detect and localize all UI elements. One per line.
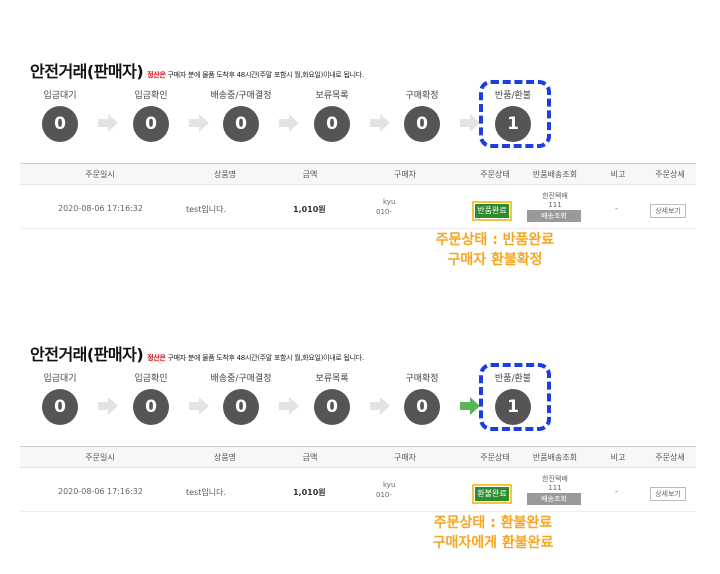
step-label-shipping: 배송중/구매결정 <box>210 91 272 101</box>
courier-name: 한진택배 <box>542 475 568 483</box>
return-refund-highlight <box>479 363 551 431</box>
order-table-header: 주문일시 상품명 금액 구매자 주문상태 반품배송조회 비고 주문상세 <box>20 163 696 185</box>
col-order-date: 주문일시 <box>85 453 115 462</box>
notice-text: 구매자 분에 물품 도착후 48시간(주말 포함시 월,화요일)이내로 됩니다. <box>167 71 365 79</box>
arrow-right-icon <box>98 397 118 415</box>
col-order-date: 주문일시 <box>85 170 115 179</box>
col-buyer: 구매자 <box>393 170 417 179</box>
settlement-notice: 정산은 구매자 분에 물품 도착후 48시간(주말 포함시 월,화요일)이내로 … <box>147 353 364 363</box>
arrow-right-icon <box>279 397 299 415</box>
arrow-right-icon <box>98 114 118 132</box>
col-price: 금액 <box>302 453 318 462</box>
step-label-deposit-wait: 입금대기 <box>43 91 77 101</box>
order-table-header: 주문일시 상품명 금액 구매자 주문상태 반품배송조회 비고 주문상세 <box>20 446 696 468</box>
step-label-hold: 보류목록 <box>315 374 349 384</box>
page-title: 안전거래(판매자) <box>30 62 144 81</box>
title-row: 안전거래(판매자) 정산은 구매자 분에 물품 도착후 48시간(주말 포함시 … <box>30 58 364 81</box>
order-price: 1,010원 <box>293 488 326 497</box>
col-price: 금액 <box>302 170 318 179</box>
annotation-line-2: 구매자에게 환불완료 <box>432 535 554 551</box>
buyer-id: kyu <box>383 481 396 489</box>
step-label-purchase-confirm: 구매확정 <box>405 374 439 384</box>
order-detail-button[interactable]: 상세보기 <box>650 204 686 218</box>
step-count-purchase-confirm[interactable]: 0 <box>404 389 440 425</box>
col-order-status: 주문상태 <box>480 453 510 462</box>
order-status-label: 환불완료 <box>475 487 509 501</box>
col-remark: 비고 <box>610 170 626 179</box>
notice-highlight: 정산은 <box>147 354 166 362</box>
step-label-deposit-wait: 입금대기 <box>43 374 77 384</box>
arrow-right-icon <box>279 114 299 132</box>
step-count-shipping[interactable]: 0 <box>223 106 259 142</box>
annotation-line-1: 주문상태 : 반품완료 <box>435 232 555 248</box>
order-detail-button[interactable]: 상세보기 <box>650 487 686 501</box>
arrow-right-icon <box>460 114 480 132</box>
step-label-deposit-confirm: 입금확인 <box>134 374 168 384</box>
annotation-note: 주문상태 : 환불완료 구매자에게 환불완료 <box>408 513 578 553</box>
settlement-notice: 정산은 구매자 분에 물품 도착후 48시간(주말 포함시 월,화요일)이내로 … <box>147 70 364 80</box>
title-row: 안전거래(판매자) 정산은 구매자 분에 물품 도착후 48시간(주말 포함시 … <box>30 341 364 364</box>
step-count-deposit-wait[interactable]: 0 <box>42 106 78 142</box>
arrow-right-icon <box>460 397 480 415</box>
step-count-shipping[interactable]: 0 <box>223 389 259 425</box>
tracking-number: 111 <box>548 484 562 492</box>
return-refund-highlight <box>479 80 551 148</box>
step-count-hold[interactable]: 0 <box>314 106 350 142</box>
order-date: 2020-08-06 17:16:32 <box>58 487 143 496</box>
col-order-detail: 주문상세 <box>655 170 685 179</box>
step-count-deposit-confirm[interactable]: 0 <box>133 389 169 425</box>
remark-value: - <box>615 204 618 213</box>
step-label-purchase-confirm: 구매확정 <box>405 91 439 101</box>
delivery-track-button[interactable]: 배송조회 <box>527 493 581 505</box>
step-count-deposit-wait[interactable]: 0 <box>42 389 78 425</box>
order-price: 1,010원 <box>293 205 326 214</box>
col-buyer: 구매자 <box>393 453 417 462</box>
product-name[interactable]: test입니다. <box>186 204 226 215</box>
col-product: 상품명 <box>213 453 237 462</box>
annotation-line-1: 주문상태 : 환불완료 <box>433 515 553 531</box>
arrow-right-icon <box>189 114 209 132</box>
arrow-right-icon <box>370 397 390 415</box>
step-label-hold: 보류목록 <box>315 91 349 101</box>
page-title: 안전거래(판매자) <box>30 345 144 364</box>
col-return-tracking: 반품배송조회 <box>532 453 578 462</box>
step-label-deposit-confirm: 입금확인 <box>134 91 168 101</box>
annotation-note: 주문상태 : 반품완료 구매자 환불확정 <box>410 230 580 270</box>
order-status-badge[interactable]: 반품완료 <box>472 201 512 221</box>
order-status-badge[interactable]: 환불완료 <box>472 484 512 504</box>
annotation-line-2: 구매자 환불확정 <box>447 252 543 268</box>
col-product: 상품명 <box>213 170 237 179</box>
buyer-phone: 010- <box>376 491 392 499</box>
col-order-status: 주문상태 <box>480 170 510 179</box>
arrow-right-icon <box>370 114 390 132</box>
step-count-hold[interactable]: 0 <box>314 389 350 425</box>
step-count-deposit-confirm[interactable]: 0 <box>133 106 169 142</box>
product-name[interactable]: test입니다. <box>186 487 226 498</box>
order-date: 2020-08-06 17:16:32 <box>58 204 143 213</box>
col-remark: 비고 <box>610 453 626 462</box>
step-label-shipping: 배송중/구매결정 <box>210 374 272 384</box>
arrow-right-icon <box>189 397 209 415</box>
step-count-purchase-confirm[interactable]: 0 <box>404 106 440 142</box>
col-order-detail: 주문상세 <box>655 453 685 462</box>
col-return-tracking: 반품배송조회 <box>532 170 578 179</box>
notice-highlight: 정산은 <box>147 71 166 79</box>
buyer-phone: 010- <box>376 208 392 216</box>
order-status-label: 반품완료 <box>475 204 509 218</box>
remark-value: - <box>615 487 618 496</box>
courier-name: 한진택배 <box>542 192 568 200</box>
buyer-id: kyu <box>383 198 396 206</box>
delivery-track-button[interactable]: 배송조회 <box>527 210 581 222</box>
notice-text: 구매자 분에 물품 도착후 48시간(주말 포함시 월,화요일)이내로 됩니다. <box>167 354 365 362</box>
tracking-number: 111 <box>548 201 562 209</box>
